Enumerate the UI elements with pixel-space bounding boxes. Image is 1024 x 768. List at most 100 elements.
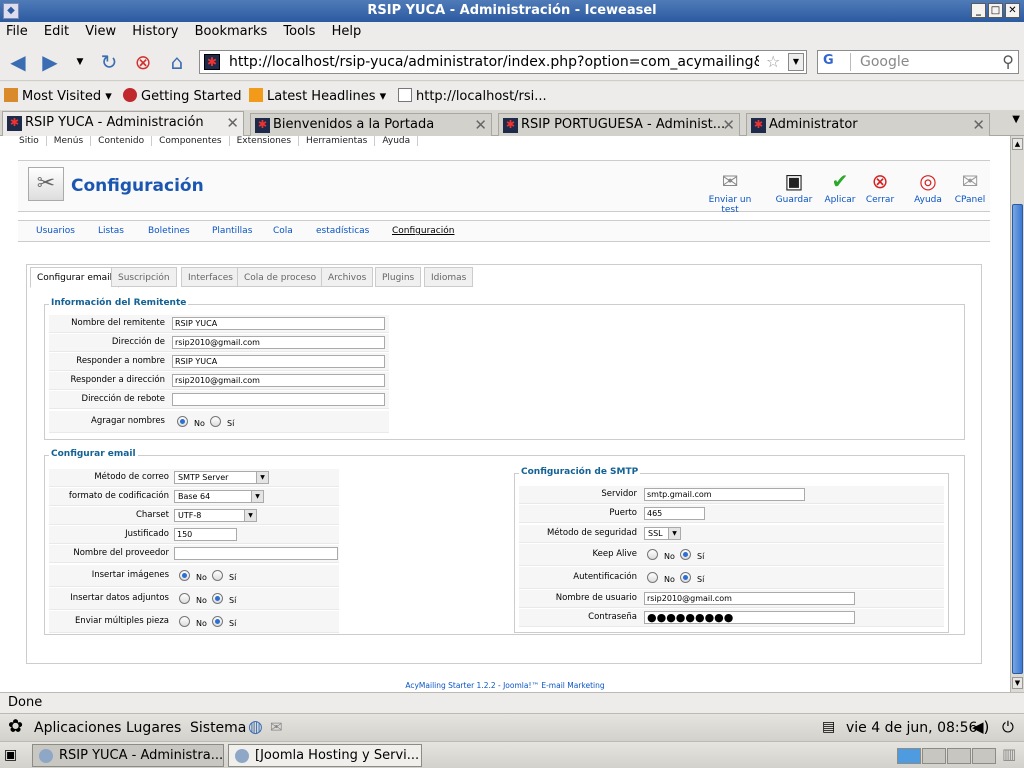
menu-sistema[interactable]: Sistema: [190, 720, 246, 736]
smtp-password-input[interactable]: ●●●●●●●●●: [644, 611, 855, 624]
close-tab-icon[interactable]: ✕: [226, 114, 239, 132]
cancel-button[interactable]: ⊗ Cerrar: [860, 169, 900, 205]
subnav-usuarios[interactable]: Usuarios: [36, 226, 75, 236]
subnav-cola[interactable]: Cola: [273, 226, 293, 236]
search-engine-icon[interactable]: G: [821, 53, 851, 71]
workspace-2[interactable]: [922, 748, 946, 764]
forward-arrow-icon[interactable]: ▶: [38, 50, 62, 74]
add-names-no-radio[interactable]: [177, 416, 188, 427]
scroll-down-icon[interactable]: ▼: [1012, 677, 1023, 689]
menu-history[interactable]: History: [126, 22, 184, 41]
menu-help[interactable]: Help: [326, 22, 368, 41]
browser-tab-rsip-portuguesa[interactable]: ✱ RSIP PORTUGUESA - Administ... ✕: [498, 113, 740, 136]
save-button[interactable]: ▣ Guardar: [774, 169, 814, 205]
cpanel-button[interactable]: ✉ CPanel: [950, 169, 990, 205]
jmenu-herramientas[interactable]: Herramientas: [299, 136, 376, 146]
auth-yes-radio[interactable]: [680, 572, 691, 583]
embed-attachments-yes-radio[interactable]: [212, 593, 223, 604]
clock[interactable]: vie 4 de jun, 08:56: [846, 720, 977, 736]
charset-select[interactable]: UTF-8 ▼: [174, 509, 257, 522]
menu-view[interactable]: View: [79, 22, 122, 41]
jmenu-ayuda[interactable]: Ayuda: [375, 136, 419, 146]
url-bar[interactable]: ✱ http://localhost/rsip-yuca/administrat…: [199, 50, 807, 74]
help-button[interactable]: ◎ Ayuda: [910, 169, 946, 205]
from-email-input[interactable]: rsip2010@gmail.com: [172, 336, 385, 349]
scrollbar-thumb[interactable]: [1012, 204, 1023, 674]
jmenu-menus[interactable]: Menús: [47, 136, 92, 146]
browser-tab-administrator[interactable]: ✱ Administrator ✕: [746, 113, 990, 136]
workspace-3[interactable]: [947, 748, 971, 764]
bounce-email-input[interactable]: [172, 393, 385, 406]
menu-tools[interactable]: Tools: [277, 22, 321, 41]
jmenu-extensiones[interactable]: Extensiones: [230, 136, 300, 146]
close-tab-icon[interactable]: ✕: [474, 116, 487, 134]
stop-icon[interactable]: ⊗: [131, 50, 155, 74]
minimize-button[interactable]: _: [971, 3, 986, 18]
smtp-username-input[interactable]: rsip2010@gmail.com: [644, 592, 855, 605]
mail-launcher-icon[interactable]: ✉: [270, 718, 283, 736]
trash-icon[interactable]: ▥: [1002, 745, 1016, 763]
add-names-yes-radio[interactable]: [210, 416, 221, 427]
reload-icon[interactable]: ↻: [97, 50, 121, 74]
menu-lugares[interactable]: Lugares: [126, 720, 181, 736]
multiple-part-yes-radio[interactable]: [212, 616, 223, 627]
jmenu-sitio[interactable]: Sitio: [12, 136, 47, 146]
workspace-4[interactable]: [972, 748, 996, 764]
embed-images-no-radio[interactable]: [179, 570, 190, 581]
web-browser-launcher-icon[interactable]: ◍: [248, 717, 263, 737]
embed-images-yes-radio[interactable]: [212, 570, 223, 581]
url-text[interactable]: http://localhost/rsip-yuca/administrator…: [229, 54, 759, 70]
search-bar[interactable]: G Google ⚲: [817, 50, 1019, 74]
jmenu-contenido[interactable]: Contenido: [91, 136, 153, 146]
keepalive-yes-radio[interactable]: [680, 549, 691, 560]
subnav-plantillas[interactable]: Plantillas: [212, 226, 252, 236]
multiple-part-no-radio[interactable]: [179, 616, 190, 627]
home-icon[interactable]: ⌂: [165, 50, 189, 74]
acymailing-footer-link[interactable]: AcyMailing Starter 1.2.2 - Joomla!™ E-ma…: [0, 681, 1010, 690]
tab-list-dropdown-icon[interactable]: ▼: [1012, 114, 1020, 125]
subnav-estadisticas[interactable]: estadísticas: [316, 226, 369, 236]
bookmark-star-icon[interactable]: ☆: [766, 52, 780, 71]
auth-no-radio[interactable]: [647, 572, 658, 583]
reply-email-input[interactable]: rsip2010@gmail.com: [172, 374, 385, 387]
scroll-up-icon[interactable]: ▲: [1012, 138, 1023, 150]
menu-file[interactable]: File: [0, 22, 34, 41]
bookmark-latest-headlines[interactable]: Latest Headlines ▾: [249, 88, 386, 104]
close-window-button[interactable]: ✕: [1005, 3, 1020, 18]
menu-edit[interactable]: Edit: [38, 22, 75, 41]
mail-method-select[interactable]: SMTP Server ▼: [174, 471, 269, 484]
bookmark-most-visited[interactable]: Most Visited ▾: [4, 88, 112, 104]
power-icon[interactable]: ⏻: [1002, 718, 1014, 736]
page-scrollbar[interactable]: ▲ ▼: [1010, 136, 1024, 692]
browser-tab-rsip-yuca[interactable]: ✱ RSIP YUCA - Administración ✕: [2, 111, 244, 137]
subnav-boletines[interactable]: Boletines: [148, 226, 190, 236]
gnome-foot-icon[interactable]: ✿: [8, 716, 23, 737]
history-dropdown-icon[interactable]: ▼: [68, 50, 92, 74]
browser-tab-bienvenidos[interactable]: ✱ Bienvenidos a la Portada ✕: [250, 113, 492, 136]
menu-bookmarks[interactable]: Bookmarks: [189, 22, 274, 41]
wordwrap-input[interactable]: 150: [174, 528, 237, 541]
keepalive-no-radio[interactable]: [647, 549, 658, 560]
search-icon[interactable]: ⚲: [1002, 52, 1014, 71]
smtp-server-input[interactable]: smtp.gmail.com: [644, 488, 805, 501]
from-name-input[interactable]: RSIP YUCA: [172, 317, 385, 330]
window-titlebar[interactable]: ◆ RSIP YUCA - Administración - Iceweasel…: [0, 0, 1024, 22]
volume-icon[interactable]: ◀): [972, 718, 989, 736]
apply-button[interactable]: ✔ Aplicar: [820, 169, 860, 205]
close-tab-icon[interactable]: ✕: [722, 116, 735, 134]
network-icon[interactable]: ▤: [822, 719, 835, 735]
menu-aplicaciones[interactable]: Aplicaciones: [34, 720, 121, 736]
url-dropdown-icon[interactable]: ▼: [788, 53, 804, 71]
send-test-button[interactable]: ✉ Enviar un test: [702, 169, 758, 215]
smtp-port-input[interactable]: 465: [644, 507, 705, 520]
bookmark-getting-started[interactable]: Getting Started: [123, 88, 242, 104]
reply-name-input[interactable]: RSIP YUCA: [172, 355, 385, 368]
maximize-button[interactable]: □: [988, 3, 1003, 18]
back-arrow-icon[interactable]: ◀: [6, 50, 30, 74]
encoding-select[interactable]: Base 64 ▼: [174, 490, 264, 503]
taskbar-item-joomla-hosting[interactable]: [Joomla Hosting y Servi...: [228, 744, 422, 767]
subnav-configuracion[interactable]: Configuración: [392, 226, 454, 236]
jmenu-componentes[interactable]: Componentes: [152, 136, 230, 146]
hostname-input[interactable]: [174, 547, 338, 560]
workspace-1[interactable]: [897, 748, 921, 764]
